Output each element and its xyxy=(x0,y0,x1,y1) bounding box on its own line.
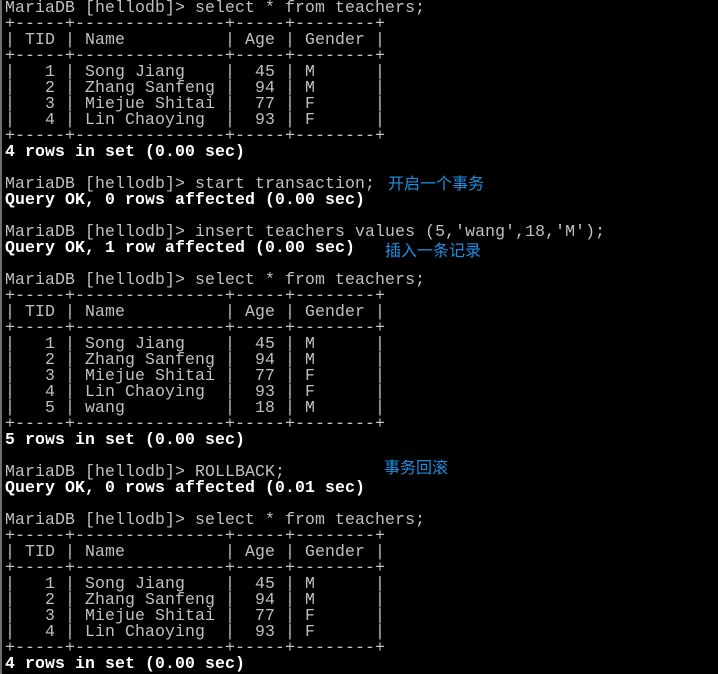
terminal-window[interactable]: MariaDB [hellodb]> select * from teacher… xyxy=(0,0,718,674)
result-summary: Query OK, 1 row affected (0.00 sec) xyxy=(5,238,356,257)
result-summary: 5 rows in set (0.00 sec) xyxy=(5,430,246,449)
result-summary: 4 rows in set (0.00 sec) xyxy=(5,654,246,673)
annotation-start-transaction: 开启一个事务 xyxy=(388,174,485,193)
result-summary: Query OK, 0 rows affected (0.01 sec) xyxy=(5,478,366,497)
result-summary: Query OK, 0 rows affected (0.00 sec) xyxy=(5,190,366,209)
result-summary: 4 rows in set (0.00 sec) xyxy=(5,142,246,161)
annotation-rollback: 事务回滚 xyxy=(384,458,449,477)
annotation-insert-record: 插入一条记录 xyxy=(385,241,482,260)
